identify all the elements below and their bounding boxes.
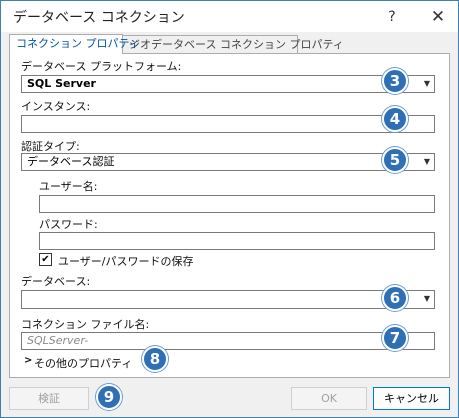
platform-dropdown[interactable]: SQL Server ▼ xyxy=(21,75,435,93)
chevron-down-icon: ▼ xyxy=(423,157,430,166)
chevron-down-icon: ▼ xyxy=(423,294,430,303)
callout-badge: 5 xyxy=(382,147,408,173)
dialog-title: データベース コネクション xyxy=(13,10,185,26)
tab-geodatabase-connection-properties[interactable]: ジオデータベース コネクション プロパティ xyxy=(122,35,344,53)
callout-badge: 9 xyxy=(96,384,122,410)
instance-label: インスタンス: xyxy=(21,100,91,113)
callout-badge: 6 xyxy=(382,285,408,311)
chevron-down-icon: ▼ xyxy=(423,79,430,88)
password-input[interactable] xyxy=(39,232,435,250)
platform-value: SQL Server xyxy=(27,77,96,90)
auth-type-value: データベース認証 xyxy=(27,155,115,168)
save-credentials-label: ユーザー/パスワードの保存 xyxy=(58,255,194,268)
callout-badge: 4 xyxy=(382,106,408,132)
callout-badge: 7 xyxy=(382,325,408,351)
instance-input[interactable] xyxy=(21,115,435,133)
validate-button[interactable]: 検証 xyxy=(9,387,89,410)
database-label: データベース: xyxy=(21,275,91,288)
username-input[interactable] xyxy=(39,195,435,213)
ok-button[interactable]: OK xyxy=(291,387,367,410)
auth-type-dropdown[interactable]: データベース認証 ▼ xyxy=(21,153,435,171)
help-button[interactable]: ? xyxy=(377,5,407,29)
callout-badge: 8 xyxy=(142,346,168,372)
title-bar: データベース コネクション ? ✕ xyxy=(1,1,458,32)
callout-badge: 3 xyxy=(382,68,408,94)
checkmark-icon: ✔ xyxy=(41,254,50,265)
connection-file-placeholder: SQLServer- xyxy=(27,334,89,347)
close-button[interactable]: ✕ xyxy=(423,5,453,29)
connection-file-label: コネクション ファイル名: xyxy=(21,318,150,331)
cancel-button[interactable]: キャンセル xyxy=(373,387,450,410)
connection-file-input[interactable]: SQLServer- xyxy=(21,332,435,350)
more-properties-expander[interactable]: その他のプロパティ xyxy=(34,355,132,371)
save-credentials-checkbox[interactable]: ✔ xyxy=(39,253,52,266)
connection-dialog: データベース コネクション ? ✕ コネクション プロパティ ジオデータベース … xyxy=(0,0,459,418)
database-dropdown[interactable]: ▼ xyxy=(21,290,435,309)
platform-label: データベース プラットフォーム: xyxy=(21,60,182,73)
username-label: ユーザー名: xyxy=(39,180,98,193)
password-label: パスワード: xyxy=(39,218,98,231)
auth-type-label: 認証タイプ: xyxy=(21,140,80,153)
chevron-right-icon[interactable]: > xyxy=(24,355,32,366)
tab-connection-properties[interactable]: コネクション プロパティ xyxy=(9,34,140,54)
